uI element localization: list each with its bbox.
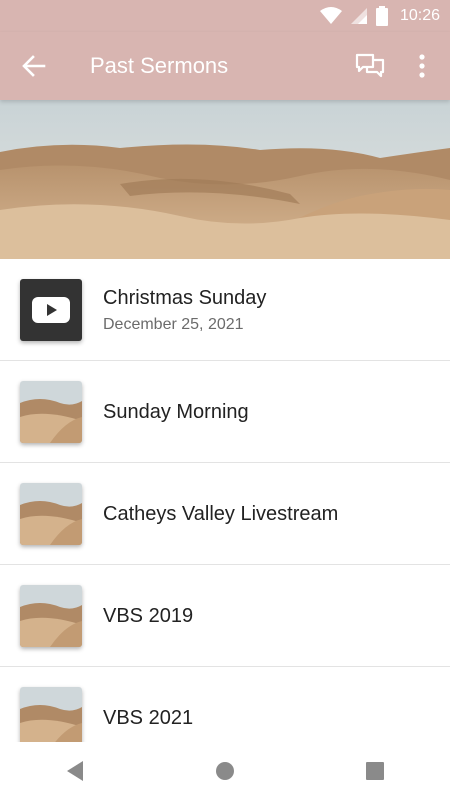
list-item[interactable]: VBS 2019 <box>0 565 450 667</box>
chat-icon[interactable] <box>355 52 385 80</box>
battery-icon <box>375 6 388 26</box>
sermon-list: Christmas Sunday December 25, 2021 Sunda… <box>0 259 450 742</box>
nav-home-button[interactable] <box>195 751 255 791</box>
list-item[interactable]: Sunday Morning <box>0 361 450 463</box>
page-title: Past Sermons <box>90 53 229 78</box>
list-item-title: Catheys Valley Livestream <box>103 503 339 525</box>
back-arrow-icon[interactable] <box>20 52 48 80</box>
thumbnail <box>20 279 82 341</box>
hero-desert-image <box>0 100 450 259</box>
square-recents-icon <box>366 762 384 780</box>
list-item-title: Sunday Morning <box>103 401 249 423</box>
list-item-title: VBS 2019 <box>103 605 194 627</box>
desert-thumbnail <box>20 483 82 545</box>
circle-home-icon <box>216 762 234 780</box>
wifi-icon <box>319 7 342 24</box>
list-item[interactable]: VBS 2021 <box>0 667 450 742</box>
list-item[interactable]: Christmas Sunday December 25, 2021 <box>0 259 450 361</box>
nav-recents-button[interactable] <box>345 751 405 791</box>
desert-thumbnail <box>20 687 82 742</box>
list-item[interactable]: Catheys Valley Livestream <box>0 463 450 565</box>
signal-icon <box>350 8 367 24</box>
desert-thumbnail <box>20 381 82 443</box>
youtube-icon <box>32 297 70 323</box>
desert-thumbnail <box>20 585 82 647</box>
status-icons: 10:26 <box>319 4 440 28</box>
list-item-date: December 25, 2021 <box>103 316 244 333</box>
triangle-back-icon <box>67 761 83 781</box>
status-time: 10:26 <box>399 7 440 24</box>
list-item-title: VBS 2021 <box>103 707 194 729</box>
app-bar: Past Sermons <box>0 32 450 100</box>
nav-back-button[interactable] <box>45 751 105 791</box>
list-item-title: Christmas Sunday <box>103 287 267 309</box>
more-vert-icon[interactable] <box>412 52 432 80</box>
system-nav-bar <box>0 742 450 800</box>
status-bar: 10:26 <box>0 0 450 32</box>
